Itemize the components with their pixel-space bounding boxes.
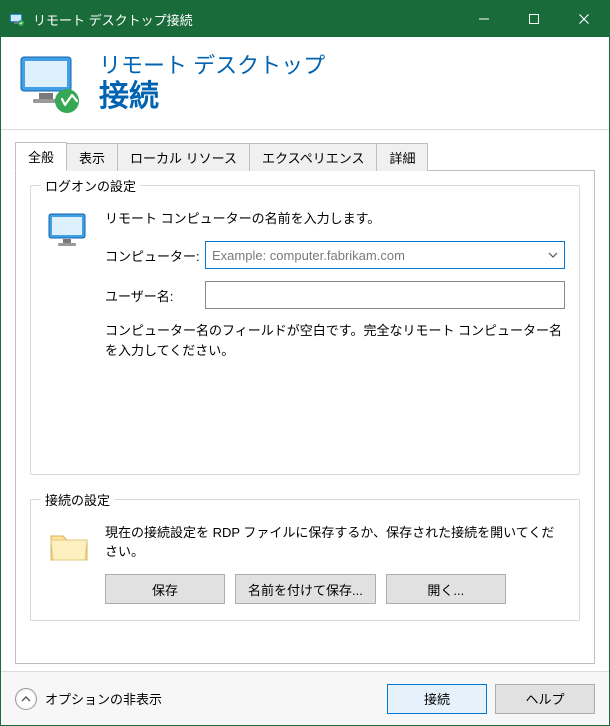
app-icon [9, 11, 25, 27]
connect-button[interactable]: 接続 [387, 684, 487, 714]
header-text: リモート デスクトップ 接続 [99, 52, 325, 114]
chevron-up-icon [15, 688, 37, 710]
save-as-button[interactable]: 名前を付けて保存... [235, 574, 376, 604]
username-input[interactable] [205, 281, 565, 309]
close-button[interactable] [559, 1, 609, 37]
open-button[interactable]: 開く... [386, 574, 506, 604]
group-connection-legend: 接続の設定 [41, 490, 114, 509]
window-controls [459, 1, 609, 37]
header-line1: リモート デスクトップ [99, 52, 325, 80]
computer-combobox[interactable]: Example: computer.fabrikam.com [205, 241, 565, 269]
minimize-button[interactable] [459, 1, 509, 37]
chevron-down-icon [548, 250, 558, 261]
group-logon-settings: ログオンの設定 リモート コンピューターの名前を入力します。 コ [30, 185, 580, 475]
folder-icon [45, 522, 93, 570]
monitor-icon [45, 208, 93, 256]
tab-content-general: ログオンの設定 リモート コンピューターの名前を入力します。 コ [15, 171, 595, 664]
help-button[interactable]: ヘルプ [495, 684, 595, 714]
window-frame: リモート デスクトップ接続 [0, 0, 610, 726]
computer-label: コンピューター: [105, 246, 205, 265]
tab-advanced[interactable]: 詳細 [376, 143, 428, 171]
group-logon-legend: ログオンの設定 [41, 176, 140, 195]
logon-hint: コンピューター名のフィールドが空白です。完全なリモート コンピューター名を入力し… [105, 321, 565, 361]
header-band: リモート デスクトップ 接続 [1, 37, 609, 130]
logon-prompt: リモート コンピューターの名前を入力します。 [105, 208, 565, 227]
window-title: リモート デスクトップ接続 [33, 10, 459, 29]
tab-general[interactable]: 全般 [15, 142, 67, 171]
options-toggle[interactable]: オプションの非表示 [15, 688, 387, 710]
group-connection-settings: 接続の設定 現在の接続設定を RDP ファイルに保存するか、保存された接続を開い… [30, 499, 580, 621]
title-bar: リモート デスクトップ接続 [1, 1, 609, 37]
footer-bar: オプションの非表示 接続 ヘルプ [1, 671, 609, 725]
header-line2: 接続 [99, 80, 325, 115]
options-label: オプションの非表示 [45, 689, 162, 708]
body-area: 全般 表示 ローカル リソース エクスペリエンス 詳細 ログオンの設定 [1, 130, 609, 725]
rdp-logo-icon [15, 51, 85, 115]
tab-local-resources[interactable]: ローカル リソース [117, 143, 250, 171]
computer-placeholder: Example: computer.fabrikam.com [212, 248, 542, 263]
save-button[interactable]: 保存 [105, 574, 225, 604]
connection-description: 現在の接続設定を RDP ファイルに保存するか、保存された接続を開いてください。 [105, 522, 565, 560]
tab-display[interactable]: 表示 [66, 143, 118, 171]
tab-strip: 全般 表示 ローカル リソース エクスペリエンス 詳細 [15, 142, 595, 171]
tab-experience[interactable]: エクスペリエンス [249, 143, 377, 171]
maximize-button[interactable] [509, 1, 559, 37]
username-label: ユーザー名: [105, 286, 205, 305]
